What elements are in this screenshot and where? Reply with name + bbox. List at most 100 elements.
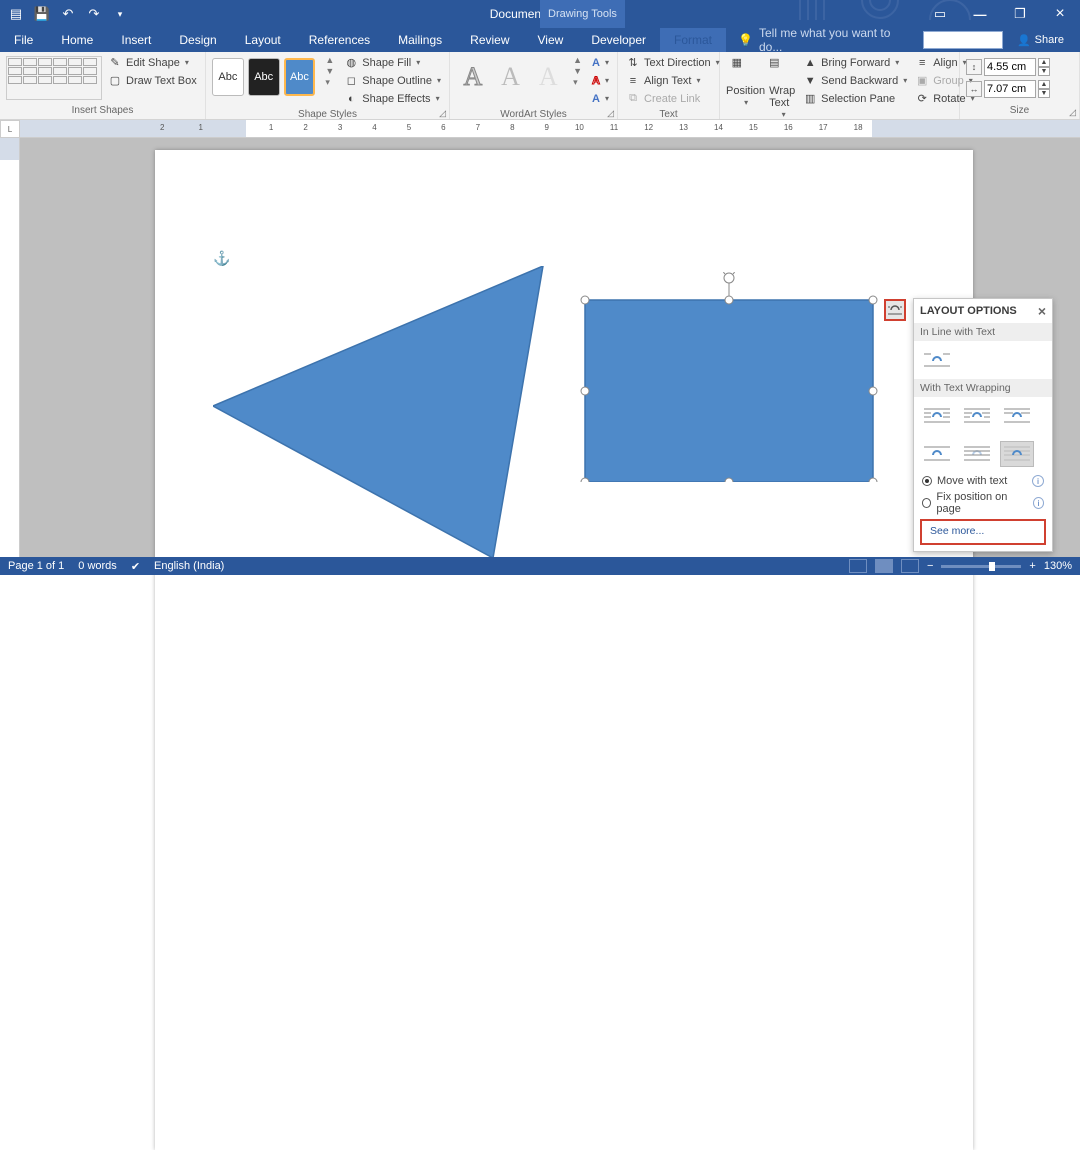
position-button[interactable]: ▦Position▾ — [726, 54, 765, 107]
shape-style-preset-2[interactable]: Abc — [248, 58, 280, 96]
text-direction-button[interactable]: ⇅Text Direction▾ — [624, 54, 722, 71]
web-layout-icon[interactable] — [901, 559, 919, 573]
shape-style-preset-3[interactable]: Abc — [284, 58, 316, 96]
forward-icon: ▲ — [803, 56, 817, 70]
qat-customize-icon[interactable]: ▾ — [108, 2, 132, 26]
lightbulb-icon: 💡 — [738, 33, 753, 47]
wrap-text-button[interactable]: ▤Wrap Text▾ — [769, 54, 797, 119]
close-icon[interactable]: × — [1040, 0, 1080, 28]
wrapping-section-label: With Text Wrapping — [914, 379, 1052, 397]
control-menu-icon[interactable]: ▤ — [4, 2, 28, 26]
zoom-level[interactable]: 130% — [1044, 560, 1072, 572]
tell-me[interactable]: 💡Tell me what you want to do... — [726, 28, 923, 52]
outline-icon: ◻ — [344, 74, 358, 88]
wordart-preset-3[interactable]: A — [531, 58, 565, 96]
tab-view[interactable]: View — [524, 28, 578, 52]
zoom-slider[interactable] — [941, 565, 1021, 568]
horizontal-ruler[interactable]: 21 123456789101112131415161718 — [20, 120, 1080, 138]
text-outline-button[interactable]: A▾ — [590, 72, 611, 89]
undo-icon[interactable]: ↶ — [56, 2, 80, 26]
document-area[interactable]: ⚓ LAYOUT OPTIONS × In Line with Text — [20, 138, 1080, 557]
tab-format[interactable]: Format — [660, 28, 726, 52]
wrap-topbottom-option[interactable] — [920, 441, 954, 467]
tab-review[interactable]: Review — [456, 28, 523, 52]
redo-icon[interactable]: ↷ — [82, 2, 106, 26]
selection-pane-button[interactable]: ▥Selection Pane — [801, 90, 909, 107]
height-input[interactable] — [984, 58, 1036, 76]
spin-up-icon[interactable]: ▲ — [1038, 80, 1050, 89]
wordart-preset-2[interactable]: A — [494, 58, 528, 96]
tab-file[interactable]: File — [0, 28, 47, 52]
bring-forward-button[interactable]: ▲Bring Forward▾ — [801, 54, 909, 71]
read-mode-icon[interactable] — [849, 559, 867, 573]
tab-layout[interactable]: Layout — [231, 28, 295, 52]
tab-mailings[interactable]: Mailings — [384, 28, 456, 52]
layout-options-button[interactable] — [884, 299, 906, 321]
edit-shape-button[interactable]: ✎Edit Shape▾ — [106, 54, 199, 71]
spin-down-icon[interactable]: ▼ — [1038, 89, 1050, 98]
triangle-shape[interactable] — [213, 266, 563, 558]
send-backward-button[interactable]: ▼Send Backward▾ — [801, 72, 909, 89]
save-icon[interactable]: 💾 — [30, 2, 54, 26]
decor-graphic — [790, 0, 990, 20]
shapes-gallery[interactable] — [6, 56, 102, 100]
height-icon: ↕ — [966, 59, 982, 75]
text-direction-icon: ⇅ — [626, 56, 640, 70]
wrap-square-option[interactable] — [920, 403, 954, 429]
search-input[interactable] — [923, 31, 1003, 49]
vertical-ruler[interactable] — [0, 138, 20, 557]
fix-position-radio[interactable]: Fix position on pagei — [914, 489, 1052, 517]
wrap-tight-option[interactable] — [960, 403, 994, 429]
share-button[interactable]: 👤Share — [1007, 34, 1074, 47]
width-icon: ↔ — [966, 81, 982, 97]
shape-fill-button[interactable]: ◍Shape Fill▾ — [342, 54, 443, 71]
group-wordart-styles: WordArt Styles◿ — [450, 109, 617, 120]
tab-design[interactable]: Design — [165, 28, 230, 52]
shape-width-field[interactable]: ↔ ▲▼ — [966, 80, 1050, 98]
wrap-infront-option[interactable] — [1000, 441, 1034, 467]
info-icon[interactable]: i — [1032, 475, 1044, 487]
wrap-behind-option[interactable] — [960, 441, 994, 467]
move-with-text-radio[interactable]: Move with texti — [914, 473, 1052, 489]
spin-up-icon[interactable]: ▲ — [1038, 58, 1050, 67]
language-indicator[interactable]: English (India) — [154, 560, 224, 572]
group-icon: ▣ — [915, 74, 929, 88]
dialog-launcher-icon[interactable]: ◿ — [439, 108, 446, 119]
text-fill-button[interactable]: A▾ — [590, 54, 611, 71]
page-indicator[interactable]: Page 1 of 1 — [8, 560, 64, 572]
shape-height-field[interactable]: ↕ ▲▼ — [966, 58, 1050, 76]
rectangle-shape-selected[interactable] — [585, 300, 873, 482]
anchor-icon: ⚓ — [213, 250, 230, 267]
shape-effects-button[interactable]: ◐Shape Effects▾ — [342, 90, 443, 107]
align-text-button[interactable]: ≡Align Text▾ — [624, 72, 722, 89]
print-layout-icon[interactable] — [875, 559, 893, 573]
text-effects-button[interactable]: A▾ — [590, 90, 611, 107]
wordart-preset-1[interactable]: A — [456, 58, 490, 96]
popup-title: LAYOUT OPTIONS — [920, 305, 1017, 317]
contextual-tab-label: Drawing Tools — [540, 0, 625, 28]
wrap-inline-option[interactable] — [920, 347, 954, 373]
width-input[interactable] — [984, 80, 1036, 98]
restore-icon[interactable]: ❐ — [1000, 0, 1040, 28]
ruler-corner[interactable]: L — [0, 120, 20, 138]
zoom-in-icon[interactable]: + — [1029, 560, 1035, 572]
shape-style-preset-1[interactable]: Abc — [212, 58, 244, 96]
zoom-out-icon[interactable]: − — [927, 560, 933, 572]
dialog-launcher-icon[interactable]: ◿ — [607, 108, 614, 119]
draw-text-box-button[interactable]: ▢Draw Text Box — [106, 72, 199, 89]
create-link-button[interactable]: ⧉Create Link — [624, 90, 722, 107]
info-icon[interactable]: i — [1033, 497, 1044, 509]
tab-insert[interactable]: Insert — [107, 28, 165, 52]
spin-down-icon[interactable]: ▼ — [1038, 67, 1050, 76]
wrap-through-option[interactable] — [1000, 403, 1034, 429]
word-count[interactable]: 0 words — [78, 560, 117, 572]
tab-home[interactable]: Home — [47, 28, 107, 52]
shape-outline-button[interactable]: ◻Shape Outline▾ — [342, 72, 443, 89]
spellcheck-icon[interactable]: ✔ — [131, 560, 140, 573]
pane-icon: ▥ — [803, 92, 817, 106]
dialog-launcher-icon[interactable]: ◿ — [1069, 107, 1076, 118]
see-more-link[interactable]: See more... — [920, 519, 1046, 545]
tab-developer[interactable]: Developer — [577, 28, 660, 52]
tab-references[interactable]: References — [295, 28, 384, 52]
popup-close-icon[interactable]: × — [1038, 303, 1046, 319]
